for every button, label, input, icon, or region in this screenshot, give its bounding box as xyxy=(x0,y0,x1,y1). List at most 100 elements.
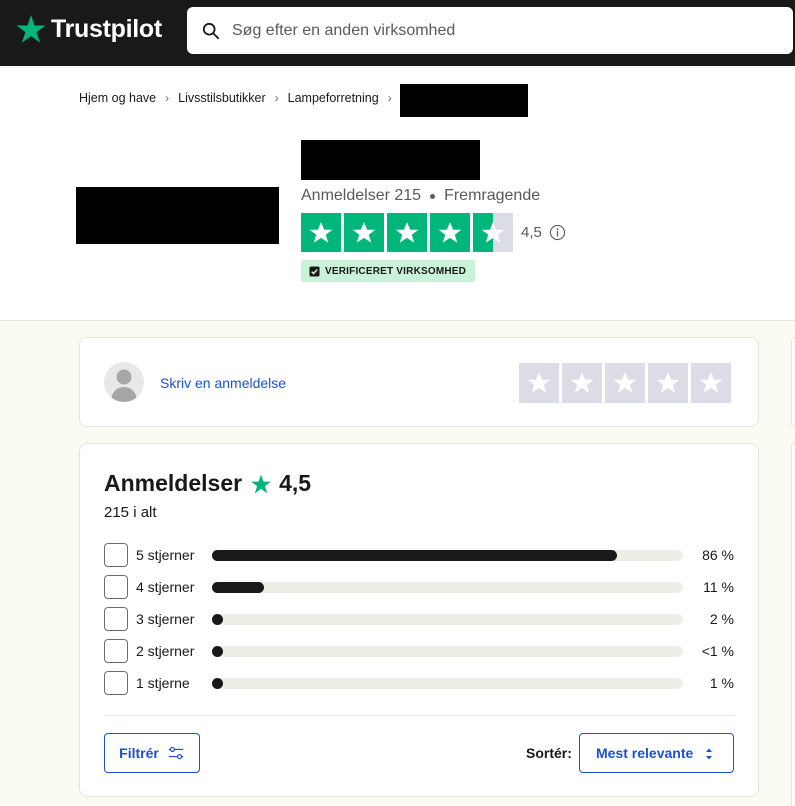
breadcrumb-separator-icon: › xyxy=(165,91,170,105)
rate-star-2[interactable] xyxy=(562,363,602,403)
distribution-bar-fill xyxy=(212,677,223,689)
distribution-bar-fill xyxy=(212,613,223,625)
distribution-row[interactable]: 4 stjerner 11 % xyxy=(104,575,734,599)
divider xyxy=(104,715,734,716)
star-icon xyxy=(309,221,333,243)
distribution-label: 4 stjerner xyxy=(136,579,195,595)
rating-word: Fremragende xyxy=(444,187,541,204)
distribution-bar-track xyxy=(212,581,683,593)
write-review-card: Skriv en anmeldelse xyxy=(79,337,759,427)
verified-label: VERIFICERET VIRKSOMHED xyxy=(325,265,467,277)
green-star-icon xyxy=(251,473,272,493)
filter-button[interactable]: Filtrér xyxy=(104,733,200,773)
star-4 xyxy=(430,213,470,252)
distribution-label: 1 stjerne xyxy=(136,675,190,691)
breadcrumb-item[interactable]: Livsstilsbutikker xyxy=(178,91,266,105)
breadcrumb-item[interactable]: Lampeforretning xyxy=(288,91,379,105)
reviews-title: Anmeldelser xyxy=(104,470,243,496)
sort-select[interactable]: Mest relevante xyxy=(579,733,734,773)
reviews-score: 4,5 xyxy=(279,470,312,496)
distribution-row[interactable]: 1 stjerne 1 % xyxy=(104,671,734,695)
distribution-label: 2 stjerner xyxy=(136,643,195,659)
redacted-business-name xyxy=(301,140,480,180)
distribution-bar-track xyxy=(212,677,683,689)
filter-icon xyxy=(168,746,184,760)
write-review-stars xyxy=(519,363,734,403)
star-icon xyxy=(656,372,680,393)
distribution-label: 5 stjerner xyxy=(136,547,195,563)
filter-checkbox[interactable] xyxy=(104,607,128,631)
distribution-row[interactable]: 5 stjerner 86 % xyxy=(104,543,734,567)
filter-checkbox[interactable] xyxy=(104,671,128,695)
reviews-summary-card: Anmeldelser 4,5 215 i alt 5 stjerner 86 … xyxy=(79,443,759,797)
avatar xyxy=(104,362,144,402)
breadcrumb-separator-icon: › xyxy=(274,91,279,105)
star-5-half xyxy=(473,213,513,252)
side-card-edge xyxy=(791,337,795,427)
half-star-icon xyxy=(481,221,505,243)
top-bar: Trustpilot xyxy=(0,0,795,66)
distribution-percent: <1 % xyxy=(701,643,734,659)
rate-star-3[interactable] xyxy=(605,363,645,403)
write-review-link[interactable]: Skriv en anmeldelse xyxy=(160,375,286,391)
search-bar[interactable] xyxy=(187,7,793,54)
sort-label: Sortér: xyxy=(526,745,572,761)
distribution-row[interactable]: 2 stjerner <1 % xyxy=(104,639,734,663)
info-icon[interactable] xyxy=(549,224,566,241)
review-count[interactable]: Anmeldelser 215 xyxy=(301,187,421,205)
business-score: 4,5 xyxy=(521,224,542,241)
sort-caret-icon xyxy=(706,748,712,760)
rate-star-4[interactable] xyxy=(648,363,688,403)
rate-star-5[interactable] xyxy=(691,363,731,403)
distribution-bar-fill xyxy=(212,645,223,657)
star-icon xyxy=(395,221,419,243)
star-icon xyxy=(699,372,723,393)
distribution-percent: 1 % xyxy=(709,675,734,691)
distribution-percent: 86 % xyxy=(702,547,734,563)
distribution-label: 3 stjerner xyxy=(136,611,195,627)
star-icon xyxy=(352,221,376,243)
breadcrumb-item[interactable]: Hjem og have xyxy=(79,91,156,105)
filter-checkbox[interactable] xyxy=(104,575,128,599)
distribution-bar-fill xyxy=(212,581,264,593)
star-2 xyxy=(344,213,384,252)
logo-text: Trustpilot xyxy=(51,14,162,43)
redacted-business-logo xyxy=(76,187,279,244)
side-card-edge xyxy=(791,443,795,806)
distribution-bar-track xyxy=(212,613,683,625)
distribution-bar-track xyxy=(212,645,683,657)
separator-dot xyxy=(430,193,436,199)
verified-badge[interactable]: VERIFICERET VIRKSOMHED xyxy=(301,260,476,282)
business-hero: Hjem og have › Livsstilsbutikker › Lampe… xyxy=(0,66,795,321)
star-icon xyxy=(613,372,637,393)
redacted-breadcrumb xyxy=(400,84,528,117)
verified-check-icon xyxy=(309,265,320,277)
business-meta: Anmeldelser 215 Fremragende xyxy=(301,187,540,205)
breadcrumb-separator-icon: › xyxy=(387,91,392,105)
reviews-heading: Anmeldelser 4,5 xyxy=(104,470,311,497)
trustpilot-logo[interactable]: Trustpilot xyxy=(15,13,162,45)
search-icon xyxy=(202,22,220,39)
business-stars: 4,5 xyxy=(301,213,566,252)
star-3 xyxy=(387,213,427,252)
filter-checkbox[interactable] xyxy=(104,639,128,663)
filter-checkbox[interactable] xyxy=(104,543,128,567)
distribution-row[interactable]: 3 stjerner 2 % xyxy=(104,607,734,631)
search-input[interactable] xyxy=(232,21,772,40)
reviews-total: 215 i alt xyxy=(104,504,157,521)
trustpilot-star-icon xyxy=(16,15,46,43)
distribution-bar-track xyxy=(212,549,683,561)
star-icon xyxy=(527,372,551,393)
star-1 xyxy=(301,213,341,252)
star-icon xyxy=(570,372,594,393)
avatar-icon xyxy=(111,369,137,402)
filter-label: Filtrér xyxy=(119,745,159,761)
rating-distribution: 5 stjerner 86 % 4 stjerner 11 % 3 stjern… xyxy=(104,543,734,703)
distribution-bar-fill xyxy=(212,549,618,561)
star-icon xyxy=(438,221,462,243)
distribution-percent: 2 % xyxy=(709,611,734,627)
distribution-percent: 11 % xyxy=(703,579,734,595)
breadcrumb: Hjem og have › Livsstilsbutikker › Lampe… xyxy=(79,91,401,105)
sort-value: Mest relevante xyxy=(596,745,694,761)
rate-star-1[interactable] xyxy=(519,363,559,403)
